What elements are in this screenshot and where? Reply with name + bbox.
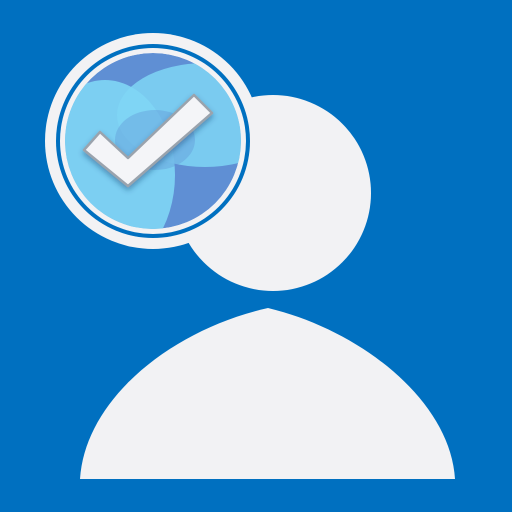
user-verified-icon [0, 0, 512, 512]
